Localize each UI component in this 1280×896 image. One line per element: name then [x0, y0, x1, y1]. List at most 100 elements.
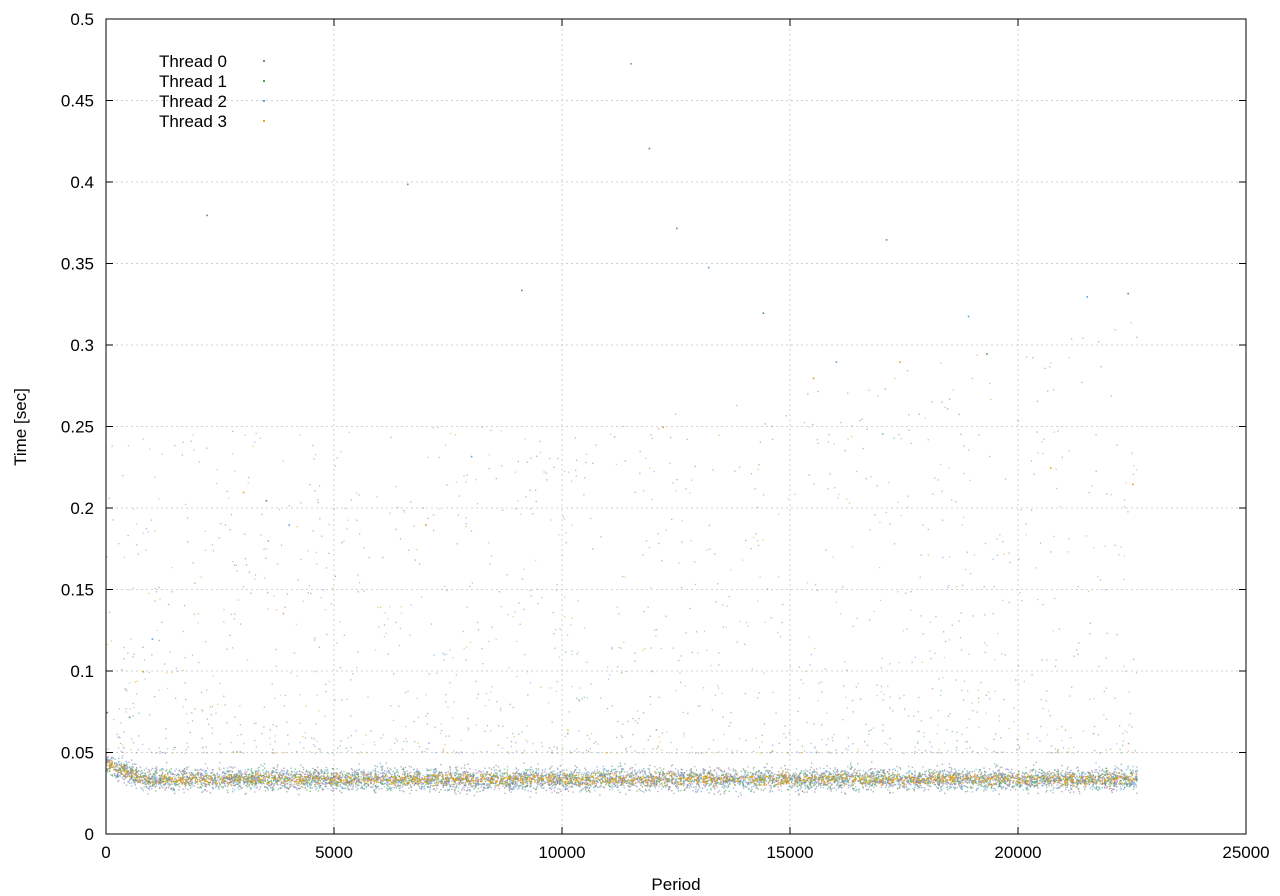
data-point — [638, 788, 640, 790]
data-point — [817, 781, 819, 783]
data-point — [699, 772, 702, 775]
data-point — [306, 789, 308, 791]
data-point — [605, 784, 607, 786]
data-point — [126, 763, 128, 765]
data-point — [172, 789, 174, 791]
data-point — [1110, 790, 1113, 792]
data-point — [285, 786, 288, 788]
data-point — [677, 774, 680, 776]
data-point — [535, 792, 537, 794]
data-point — [358, 763, 360, 765]
data-point — [1037, 792, 1039, 794]
data-point — [1050, 789, 1052, 792]
data-point — [688, 787, 691, 789]
data-point — [1047, 783, 1049, 785]
data-point — [1102, 773, 1104, 775]
data-point — [140, 774, 142, 776]
data-point — [344, 782, 347, 784]
data-point — [156, 779, 159, 781]
data-point — [185, 779, 188, 781]
data-point — [968, 772, 970, 774]
data-point — [685, 778, 687, 780]
data-point — [541, 769, 544, 771]
data-point — [439, 774, 441, 776]
data-point — [942, 783, 945, 785]
data-point — [1127, 765, 1129, 767]
data-point — [535, 768, 537, 770]
data-point — [140, 770, 143, 772]
data-point — [198, 776, 200, 778]
data-point — [941, 784, 944, 787]
data-point — [355, 786, 357, 788]
data-point — [935, 785, 938, 788]
data-point — [1061, 785, 1063, 788]
data-point — [728, 769, 731, 771]
data-point — [321, 770, 324, 772]
data-point — [585, 781, 587, 783]
data-point — [410, 786, 412, 789]
data-point — [592, 776, 594, 779]
data-point — [194, 769, 196, 771]
data-point — [379, 762, 381, 764]
data-point — [1027, 787, 1029, 790]
data-point — [357, 784, 359, 787]
data-point — [786, 789, 789, 791]
data-point — [893, 778, 896, 780]
data-point — [535, 787, 538, 789]
data-point — [479, 790, 481, 793]
data-point — [438, 791, 440, 793]
data-point — [553, 787, 555, 789]
data-point — [591, 771, 593, 773]
data-point — [432, 788, 434, 790]
data-point — [366, 776, 368, 778]
data-point — [1062, 778, 1064, 781]
data-point — [1132, 765, 1134, 768]
data-point — [721, 783, 724, 785]
data-point — [872, 771, 874, 773]
data-point — [506, 769, 508, 771]
data-point — [517, 775, 520, 777]
data-point — [128, 761, 130, 764]
data-point — [1069, 771, 1071, 773]
data-point — [984, 775, 986, 777]
data-point — [545, 781, 548, 784]
data-point — [165, 782, 167, 784]
data-point — [526, 780, 529, 782]
data-point — [835, 789, 838, 791]
data-point — [175, 768, 177, 770]
data-point — [896, 773, 899, 776]
data-point — [941, 763, 943, 765]
data-point — [299, 787, 301, 789]
data-point — [996, 774, 999, 777]
data-point — [827, 778, 829, 780]
data-point — [901, 776, 903, 779]
data-point — [370, 771, 373, 773]
data-point — [277, 764, 279, 766]
data-point — [905, 778, 907, 780]
data-point — [923, 790, 925, 792]
data-point — [819, 767, 821, 769]
data-point — [618, 771, 620, 773]
data-point — [226, 767, 229, 769]
data-point — [218, 767, 220, 769]
data-point — [742, 787, 745, 789]
data-point — [794, 774, 796, 777]
data-point — [894, 769, 897, 772]
data-point — [147, 783, 150, 786]
data-point — [181, 770, 183, 773]
data-point — [459, 783, 462, 785]
data-point — [760, 789, 762, 791]
data-point — [593, 772, 595, 774]
data-point — [186, 766, 188, 769]
data-point — [1091, 771, 1094, 773]
data-point — [843, 785, 845, 787]
data-point — [633, 774, 635, 776]
data-point — [316, 781, 318, 783]
data-point — [927, 789, 930, 791]
data-point — [664, 784, 666, 787]
data-point — [923, 778, 925, 780]
data-point — [870, 789, 872, 791]
data-point — [735, 790, 737, 793]
data-point — [895, 780, 897, 782]
data-point — [918, 778, 921, 780]
